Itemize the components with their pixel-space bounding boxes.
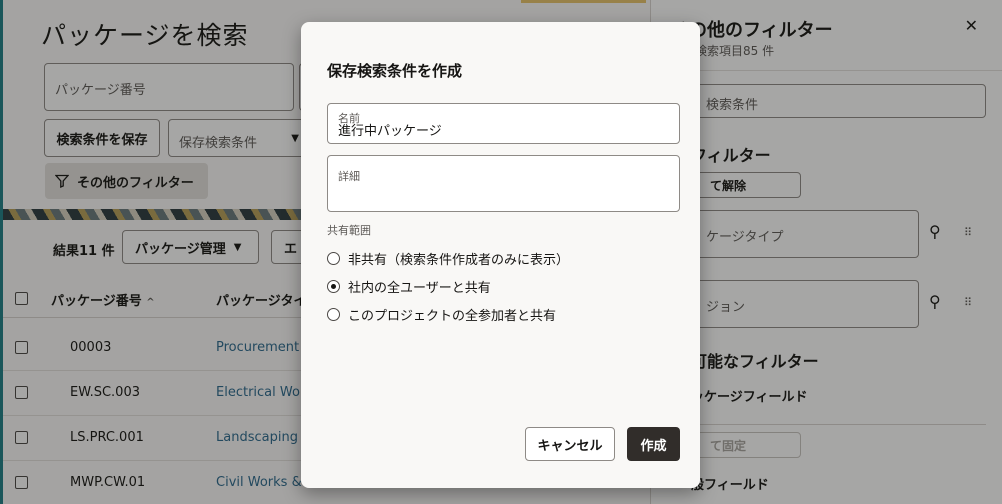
radio-private[interactable]: 非共有（検索条件作成者のみに表示） — [327, 249, 569, 268]
create-saved-search-dialog: 保存検索条件を作成 名前 進行中パッケージ 詳細 共有範囲 非共有（検索条件作成… — [301, 22, 700, 488]
radio-button[interactable] — [327, 252, 340, 265]
radio-share-company-label: 社内の全ユーザーと共有 — [348, 281, 491, 296]
name-field[interactable]: 名前 進行中パッケージ — [327, 103, 680, 144]
radio-private-label: 非共有（検索条件作成者のみに表示） — [348, 253, 570, 268]
radio-button-selected[interactable] — [327, 280, 340, 293]
create-button[interactable]: 作成 — [627, 427, 680, 461]
radio-share-project-label: このプロジェクトの全参加者と共有 — [348, 309, 557, 324]
radio-share-company[interactable]: 社内の全ユーザーと共有 — [327, 277, 491, 296]
cancel-button[interactable]: キャンセル — [525, 427, 615, 461]
radio-share-project[interactable]: このプロジェクトの全参加者と共有 — [327, 305, 556, 324]
dialog-title: 保存検索条件を作成 — [327, 62, 463, 80]
details-field[interactable]: 詳細 — [327, 155, 680, 212]
share-scope-label: 共有範囲 — [327, 224, 371, 237]
details-label: 詳細 — [338, 170, 360, 183]
radio-button[interactable] — [327, 308, 340, 321]
name-value: 進行中パッケージ — [338, 124, 442, 139]
